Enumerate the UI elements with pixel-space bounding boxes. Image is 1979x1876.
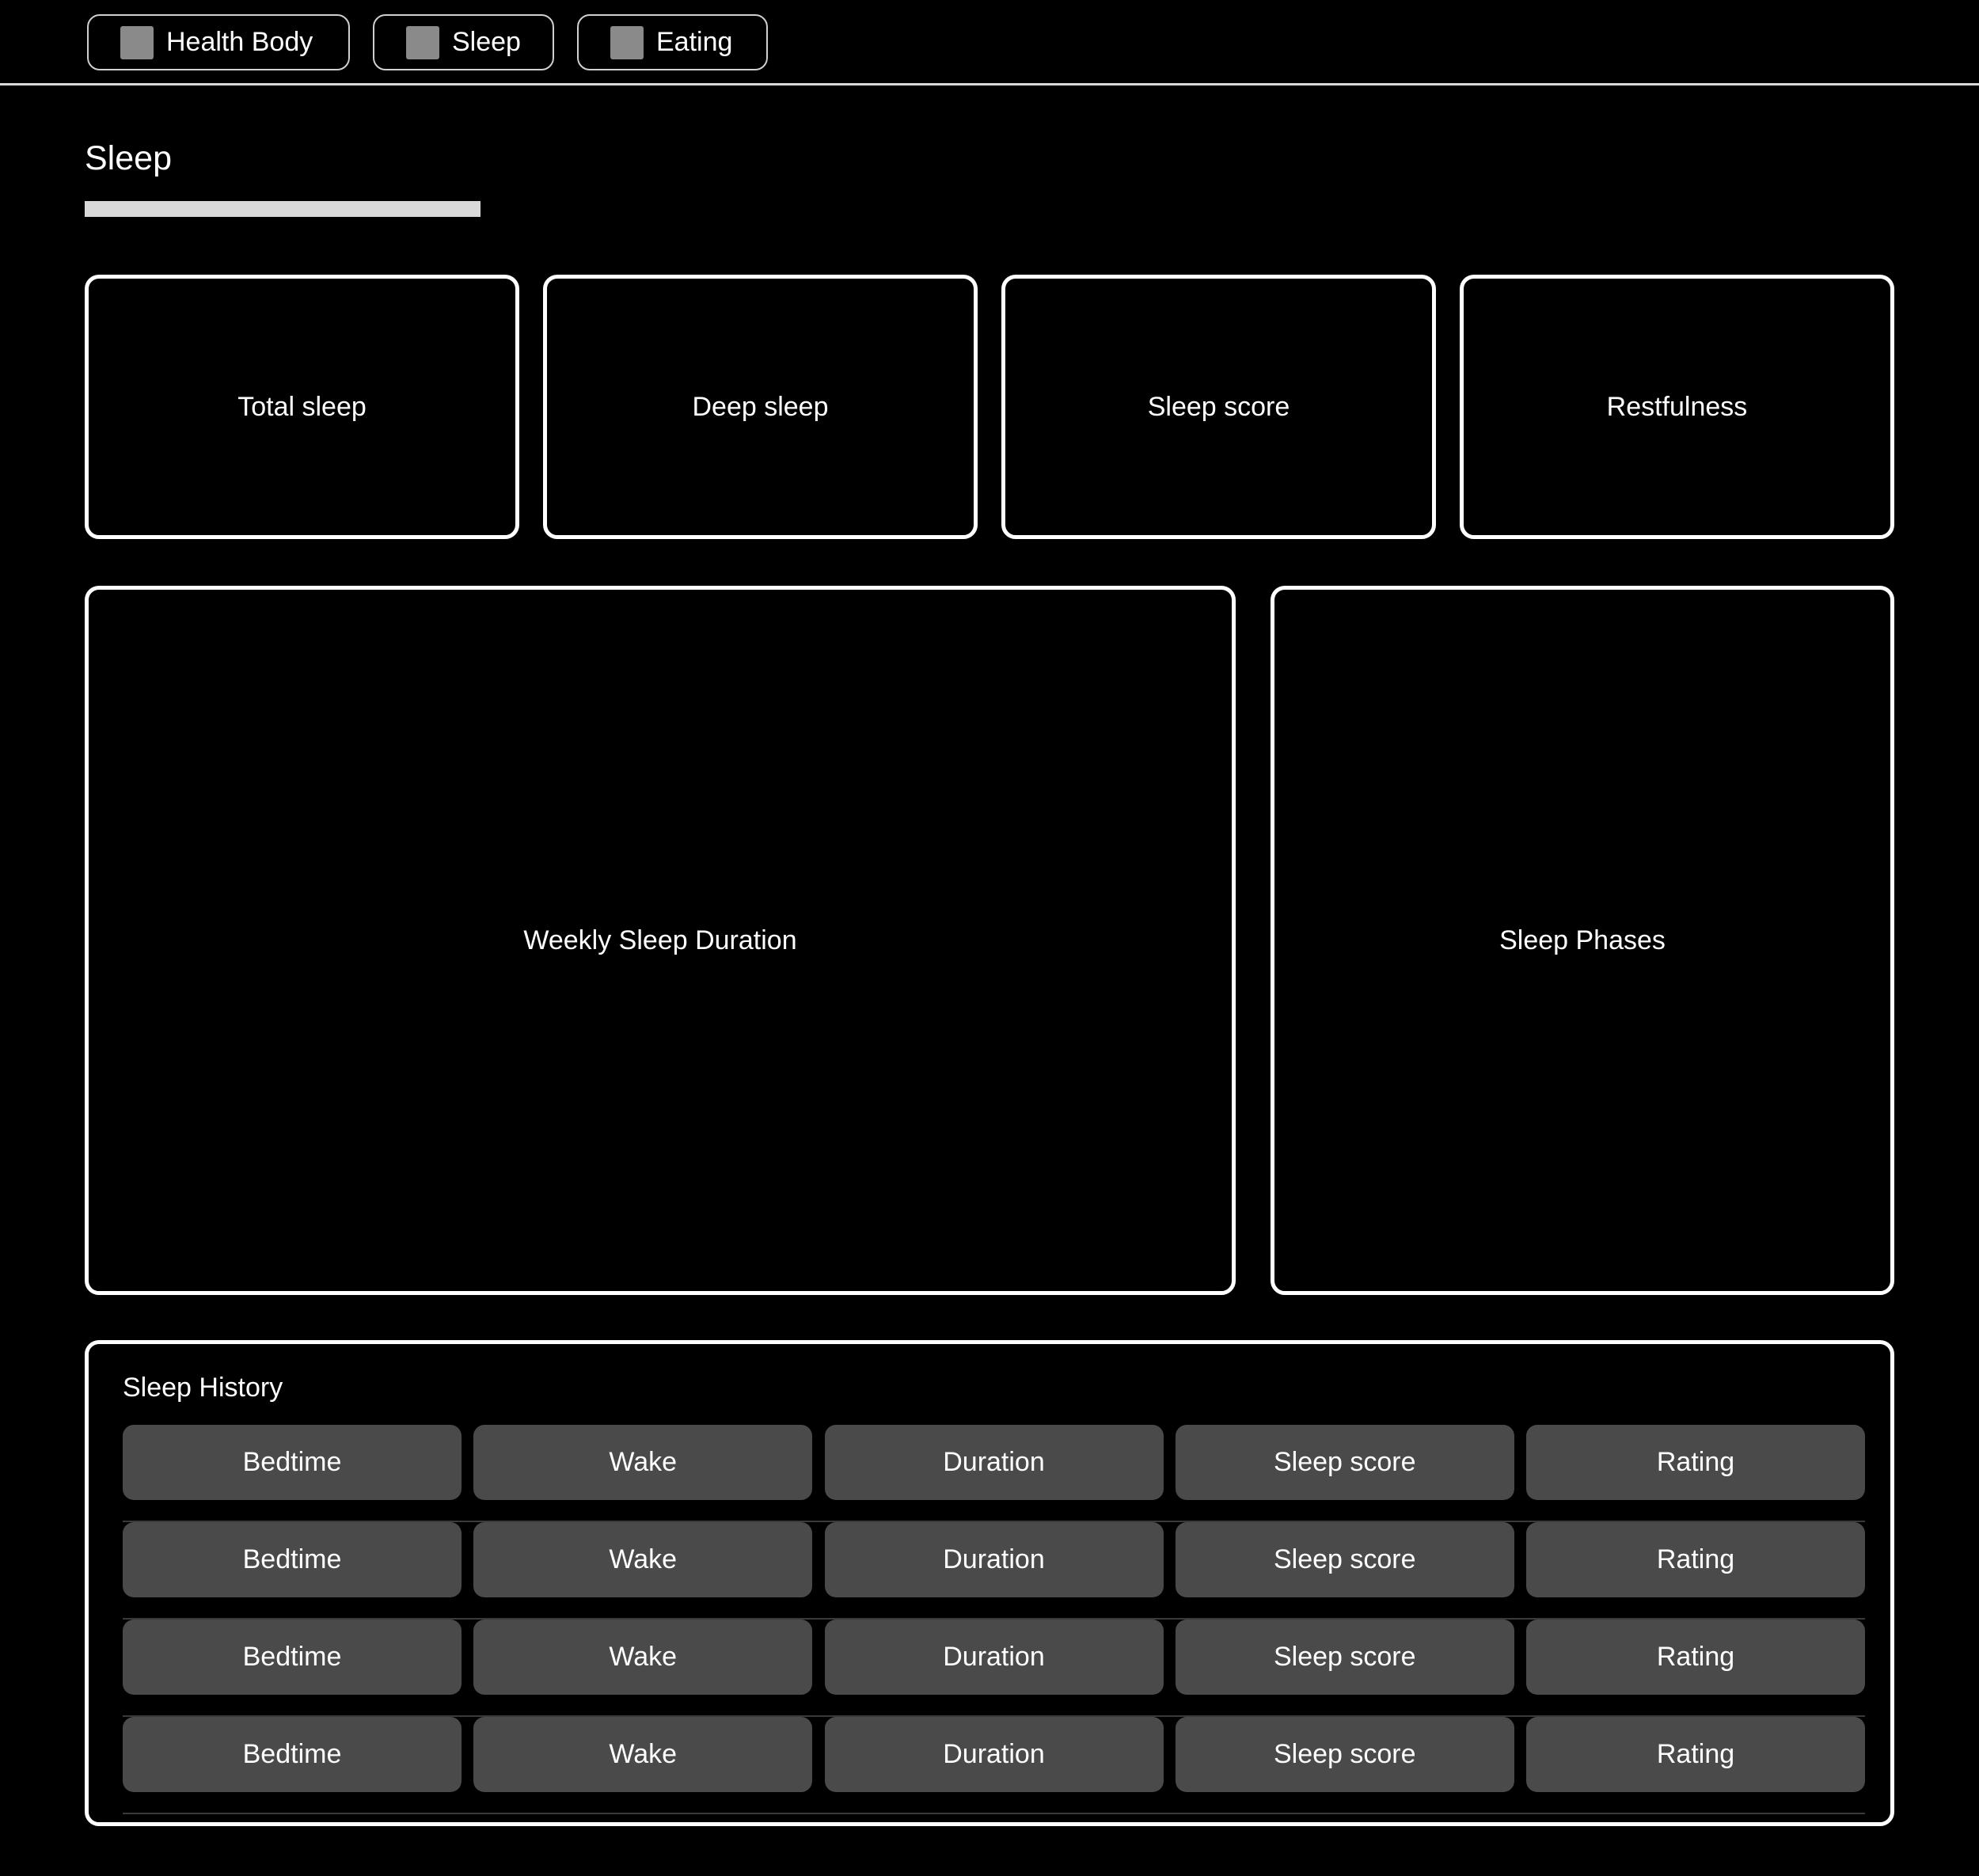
sleep-score-cell[interactable]: Sleep score <box>1175 1425 1514 1500</box>
card-label: Restfulness <box>1606 391 1748 422</box>
weekly-sleep-duration-chart: Weekly Sleep Duration <box>85 586 1236 1295</box>
placeholder-square-icon <box>610 25 644 59</box>
wake-cell[interactable]: Wake <box>473 1425 813 1500</box>
duration-cell[interactable]: Duration <box>824 1522 1164 1597</box>
card-label: Sleep score <box>1147 391 1290 422</box>
sleep-history-panel: Sleep History Bedtime Wake Duration Slee… <box>85 1340 1894 1826</box>
card-label: Deep sleep <box>692 391 829 422</box>
title-underline <box>85 201 481 217</box>
tab-sleep[interactable]: Sleep <box>373 14 554 70</box>
duration-cell[interactable]: Duration <box>824 1425 1164 1500</box>
sleep-score-cell[interactable]: Sleep score <box>1175 1522 1514 1597</box>
chart-label: Weekly Sleep Duration <box>523 925 797 955</box>
table-row[interactable]: Bedtime Wake Duration Sleep score Rating <box>123 1425 1865 1522</box>
page-title: Sleep <box>85 139 172 177</box>
chart-label: Sleep Phases <box>1499 925 1666 955</box>
tab-eating[interactable]: Eating <box>577 14 768 70</box>
table-row[interactable]: Bedtime Wake Duration Sleep score Rating <box>123 1717 1865 1814</box>
rating-cell[interactable]: Rating <box>1526 1620 1865 1695</box>
card-label: Total sleep <box>237 391 367 422</box>
sleep-history-title: Sleep History <box>123 1373 283 1403</box>
sleep-history-list: Bedtime Wake Duration Sleep score Rating… <box>123 1425 1865 1814</box>
total-sleep-card[interactable]: Total sleep <box>85 275 519 539</box>
bedtime-cell[interactable]: Bedtime <box>123 1522 462 1597</box>
tab-label: Sleep <box>452 27 521 57</box>
restfulness-card[interactable]: Restfulness <box>1460 275 1894 539</box>
tab-health-body[interactable]: Health Body <box>87 14 350 70</box>
bedtime-cell[interactable]: Bedtime <box>123 1620 462 1695</box>
sleep-score-cell[interactable]: Sleep score <box>1175 1717 1514 1792</box>
rating-cell[interactable]: Rating <box>1526 1522 1865 1597</box>
bedtime-cell[interactable]: Bedtime <box>123 1425 462 1500</box>
tab-label: Health Body <box>166 27 313 57</box>
duration-cell[interactable]: Duration <box>824 1717 1164 1792</box>
deep-sleep-card[interactable]: Deep sleep <box>543 275 978 539</box>
wake-cell[interactable]: Wake <box>473 1717 813 1792</box>
placeholder-square-icon <box>120 25 154 59</box>
bedtime-cell[interactable]: Bedtime <box>123 1717 462 1792</box>
wake-cell[interactable]: Wake <box>473 1620 813 1695</box>
rating-cell[interactable]: Rating <box>1526 1425 1865 1500</box>
table-row[interactable]: Bedtime Wake Duration Sleep score Rating <box>123 1522 1865 1620</box>
wake-cell[interactable]: Wake <box>473 1522 813 1597</box>
top-nav: Health Body Sleep Eating <box>0 0 1979 85</box>
sleep-score-card[interactable]: Sleep score <box>1001 275 1436 539</box>
table-row[interactable]: Bedtime Wake Duration Sleep score Rating <box>123 1620 1865 1717</box>
duration-cell[interactable]: Duration <box>824 1620 1164 1695</box>
tab-label: Eating <box>656 27 733 57</box>
sleep-score-cell[interactable]: Sleep score <box>1175 1620 1514 1695</box>
rating-cell[interactable]: Rating <box>1526 1717 1865 1792</box>
sleep-phases-chart: Sleep Phases <box>1271 586 1894 1295</box>
placeholder-square-icon <box>406 25 439 59</box>
